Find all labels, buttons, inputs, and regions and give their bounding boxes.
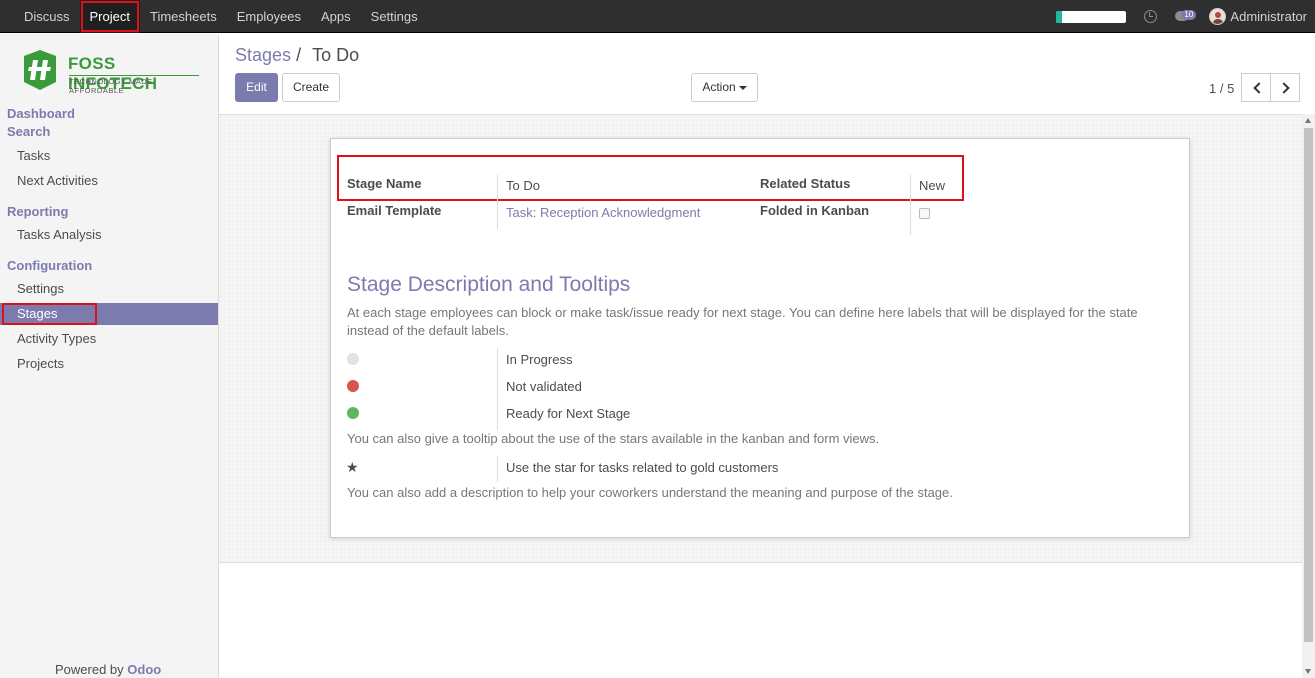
action-dropdown[interactable]: Action [691,73,758,102]
create-button[interactable]: Create [282,73,340,102]
folded-in-kanban-label: Folded in Kanban [760,203,870,218]
progress-fill [1056,10,1063,23]
related-status-value: New [919,178,946,193]
breadcrumb-current: To Do [312,45,360,65]
caret-down-icon [738,85,747,90]
nav-settings[interactable]: Settings [0,278,218,300]
folded-in-kanban-checkbox[interactable] [919,208,930,219]
menu-employees[interactable]: Employees [227,0,311,33]
legend-done-label: Ready for Next Stage [506,406,631,421]
powered-by: Powered by Odoo [55,662,161,677]
description-paragraph-3: You can also add a description to help y… [347,485,953,500]
foss-logo-icon [24,50,56,90]
scroll-down-arrow-icon[interactable] [1305,669,1311,674]
nav-dashboard[interactable]: Dashboard [7,106,75,121]
stage-name-highlight [337,155,964,201]
company-logo: FOSS INFOTECH TECHNOLOGY MADE AFFORDABLE [18,48,203,95]
section-title: Stage Description and Tooltips [347,273,631,296]
star-icon: ★ [346,459,359,475]
stage-name-label: Stage Name [347,176,422,191]
stage-name-value: To Do [506,178,540,193]
breadcrumb-separator: / [296,45,302,65]
top-navbar: Discuss Project Timesheets Employees App… [0,0,1315,33]
scroll-up-arrow-icon[interactable] [1305,118,1311,123]
pager-value[interactable]: 1 / 5 [1209,81,1234,96]
sidebar: FOSS INFOTECH TECHNOLOGY MADE AFFORDABLE… [0,34,219,678]
nav-next-activities[interactable]: Next Activities [0,170,218,192]
scrollbar[interactable] [1302,114,1315,678]
menu-discuss[interactable]: Discuss [14,0,80,33]
odoo-link[interactable]: Odoo [127,662,161,677]
powered-by-prefix: Powered by [55,662,128,677]
legend-blocked-dot-icon [347,380,359,392]
nav-configuration-header: Configuration [7,258,93,273]
pager-previous-button[interactable] [1241,73,1271,102]
pager-next-button[interactable] [1270,73,1300,102]
nav-activity-types[interactable]: Activity Types [0,328,218,350]
message-count-badge: 10 [1181,9,1197,20]
legend-divider [497,456,498,482]
user-name[interactable]: Administrator [1230,9,1307,24]
user-avatar[interactable] [1209,8,1227,25]
menu-apps[interactable]: Apps [311,0,361,33]
legend-done-dot-icon [347,407,359,419]
action-label: Action [702,80,736,94]
nav-tasks-analysis[interactable]: Tasks Analysis [0,224,218,246]
email-template-link[interactable]: Task: Reception Acknowledgment [506,205,700,220]
description-paragraph-1: At each stage employees can block or mak… [347,305,1138,338]
field-divider [497,175,498,229]
breadcrumb: Stages / To Do [235,45,359,66]
menu-timesheets[interactable]: Timesheets [140,0,227,33]
nav-projects[interactable]: Projects [0,353,218,375]
field-divider [910,175,911,235]
scrollbar-thumb[interactable] [1304,128,1313,642]
email-template-label: Email Template [347,203,442,218]
legend-normal-label: In Progress [506,352,573,367]
nav-reporting-header: Reporting [7,204,69,219]
legend-blocked-label: Not validated [506,379,582,394]
nav-search[interactable]: Search [7,124,50,139]
logo-tagline: TECHNOLOGY MADE AFFORDABLE [69,75,199,95]
legend-priority-label: Use the star for tasks related to gold c… [506,460,779,475]
description-paragraph-2: You can also give a tooltip about the us… [347,431,880,446]
nav-stages[interactable]: Stages [0,303,218,325]
breadcrumb-stages[interactable]: Stages [235,45,291,65]
onboarding-progress-bar[interactable] [1056,10,1127,23]
nav-tasks[interactable]: Tasks [0,145,218,167]
legend-divider [497,348,498,430]
activity-clock-icon[interactable] [1144,10,1158,23]
menu-settings[interactable]: Settings [361,0,428,33]
messages-button[interactable]: 10 [1175,9,1197,24]
chevron-right-icon [1278,82,1290,94]
app-menu: Discuss Project Timesheets Employees App… [14,0,428,33]
menu-project[interactable]: Project [79,0,140,33]
related-status-label: Related Status [760,176,851,191]
chevron-left-icon [1253,82,1265,94]
edit-button[interactable]: Edit [235,73,278,102]
stages-highlight [2,303,97,325]
legend-normal-dot-icon [347,353,359,365]
